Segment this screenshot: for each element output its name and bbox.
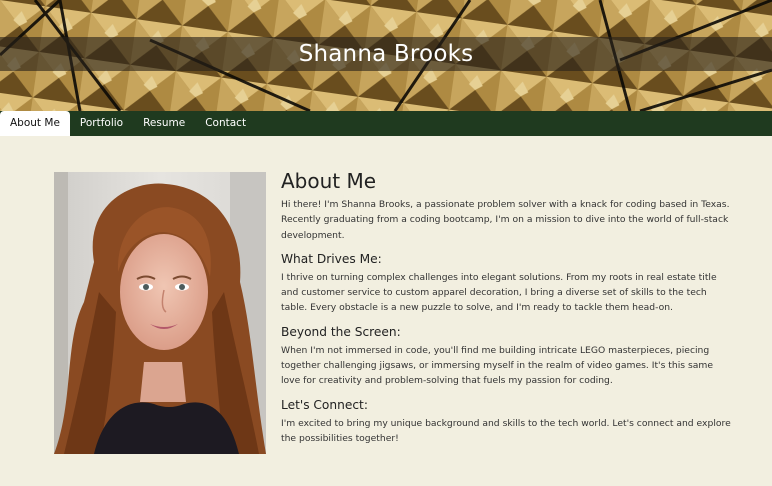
portrait-photo: [54, 172, 266, 454]
about-me-section: About Me Hi there! I'm Shanna Brooks, a …: [281, 168, 731, 446]
about-me-heading: About Me: [281, 169, 377, 193]
nav-tab-resume[interactable]: Resume: [133, 111, 195, 136]
intro-paragraph: Hi there! I'm Shanna Brooks, a passionat…: [281, 199, 730, 241]
lets-connect-paragraph: I'm excited to bring my unique backgroun…: [281, 417, 731, 444]
header-banner: Shanna Brooks: [0, 0, 772, 111]
what-drives-me-heading: What Drives Me:: [281, 251, 382, 266]
site-title: Shanna Brooks: [298, 41, 474, 67]
beyond-the-screen-paragraph: When I'm not immersed in code, you'll fi…: [281, 344, 713, 387]
nav-tab-about-me[interactable]: About Me: [0, 111, 70, 136]
what-drives-me-paragraph: I thrive on turning complex challenges i…: [281, 271, 717, 314]
lets-connect-heading: Let's Connect:: [281, 397, 368, 412]
portrait-illustration: [54, 172, 266, 454]
nav-tab-portfolio[interactable]: Portfolio: [70, 111, 133, 136]
beyond-the-screen-heading: Beyond the Screen:: [281, 324, 401, 339]
nav-tab-contact[interactable]: Contact: [195, 111, 256, 136]
main-nav: About Me Portfolio Resume Contact: [0, 111, 772, 136]
